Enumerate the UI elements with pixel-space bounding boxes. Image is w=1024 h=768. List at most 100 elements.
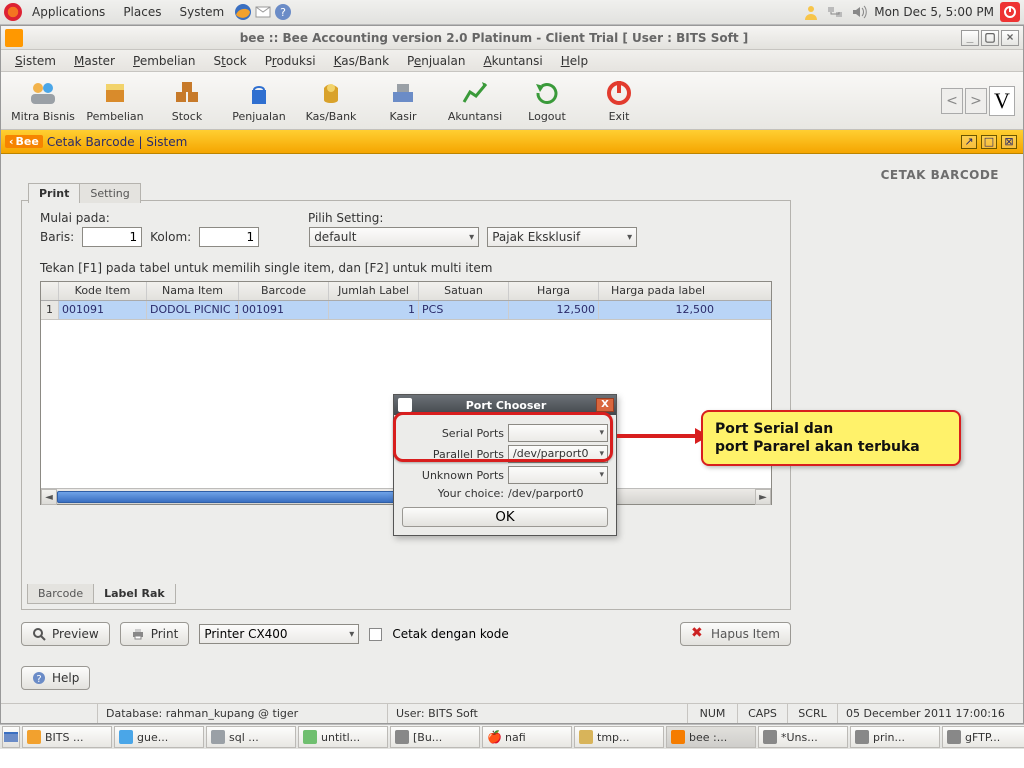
col-kode[interactable]: Kode Item (59, 282, 147, 300)
iframe-restore-button[interactable]: ↗ (961, 135, 977, 149)
cetak-kode-checkbox[interactable] (369, 628, 382, 641)
taskbar-task[interactable]: prin... (850, 726, 940, 748)
table-row[interactable]: 1 001091 DODOL PICNIC 1 001091 1 PCS 12,… (41, 301, 771, 320)
gnome-top-panel: Applications Places System ? Mon Dec 5, … (0, 0, 1024, 25)
cell-nama: DODOL PICNIC 1 (147, 301, 239, 319)
menu-pembelian[interactable]: Pembelian (125, 52, 204, 70)
tab-print[interactable]: Print (28, 183, 80, 203)
tool-penjualan[interactable]: Penjualan (223, 74, 295, 128)
taskbar-task[interactable]: gue... (114, 726, 204, 748)
subtab-labelrak[interactable]: Label Rak (93, 584, 176, 604)
setting-combo[interactable]: default (309, 227, 479, 247)
task-label: BITS ... (45, 731, 83, 744)
tool-logout[interactable]: Logout (511, 74, 583, 128)
unknown-combo[interactable] (508, 466, 608, 484)
taskbar-task[interactable]: tmp... (574, 726, 664, 748)
tool-akuntansi[interactable]: Akuntansi (439, 74, 511, 128)
task-label: bee :... (689, 731, 727, 744)
taskbar-task[interactable]: untitl... (298, 726, 388, 748)
firefox-launcher-icon[interactable] (234, 3, 252, 21)
task-icon (671, 730, 685, 744)
col-jumlah[interactable]: Jumlah Label (329, 282, 419, 300)
taskbar-task[interactable]: *Uns... (758, 726, 848, 748)
unknown-label: Unknown Ports (414, 469, 504, 482)
help-launcher-icon[interactable]: ? (274, 3, 292, 21)
menu-penjualan[interactable]: Penjualan (399, 52, 473, 70)
pajak-combo[interactable]: Pajak Eksklusif (487, 227, 637, 247)
shutdown-icon[interactable] (1000, 2, 1020, 22)
bee-pill: Bee (5, 135, 43, 148)
col-nama[interactable]: Nama Item (147, 282, 239, 300)
col-harga[interactable]: Harga (509, 282, 599, 300)
nav-prev-button[interactable]: < (941, 88, 963, 114)
menu-kasbank[interactable]: Kas/Bank (326, 52, 397, 70)
dialog-title: Port Chooser (416, 399, 596, 412)
window-maximize-button[interactable]: ▢ (981, 30, 999, 46)
ok-button[interactable]: OK (402, 507, 608, 527)
gnome-menu-system[interactable]: System (171, 3, 232, 21)
scroll-left-button[interactable]: ◄ (41, 489, 57, 505)
taskbar-task[interactable]: [Bu... (390, 726, 480, 748)
printer-combo[interactable]: Printer CX400 (199, 624, 359, 644)
taskbar-task[interactable]: gFTP... (942, 726, 1024, 748)
menu-master[interactable]: Master (66, 52, 123, 70)
window-close-button[interactable]: × (1001, 30, 1019, 46)
volume-icon[interactable] (850, 3, 868, 21)
gnome-menu-applications[interactable]: Applications (24, 3, 113, 21)
col-satuan[interactable]: Satuan (419, 282, 509, 300)
task-label: untitl... (321, 731, 360, 744)
tool-label: Kasir (389, 110, 416, 123)
kolom-input[interactable] (199, 227, 259, 247)
titlebar: bee :: Bee Accounting version 2.0 Platin… (1, 26, 1023, 50)
menu-stock[interactable]: Stock (206, 52, 255, 70)
menu-help[interactable]: Help (553, 52, 596, 70)
hapus-item-button[interactable]: ✖Hapus Item (680, 622, 791, 646)
print-button[interactable]: Print (120, 622, 190, 646)
nav-next-button[interactable]: > (965, 88, 987, 114)
taskbar-task[interactable]: sql ... (206, 726, 296, 748)
iframe-maximize-button[interactable]: □ (981, 135, 997, 149)
menu-produksi[interactable]: Produksi (257, 52, 324, 70)
menu-sistem[interactable]: Sistem (7, 52, 64, 70)
tool-label: Mitra Bisnis (11, 110, 75, 123)
cell-kode: 001091 (59, 301, 147, 319)
task-icon (763, 730, 777, 744)
nav-v-button[interactable]: V (989, 86, 1015, 116)
tool-pembelian[interactable]: Pembelian (79, 74, 151, 128)
user-presence-icon[interactable] (802, 3, 820, 21)
preview-label: Preview (52, 627, 99, 641)
annotation-highlight (393, 412, 613, 462)
task-icon (395, 730, 409, 744)
breadcrumb: Cetak Barcode | Sistem (47, 135, 187, 149)
mail-launcher-icon[interactable] (254, 3, 272, 21)
tool-exit[interactable]: Exit (583, 74, 655, 128)
col-hargalabel[interactable]: Harga pada label (599, 282, 717, 300)
task-label: nafi (505, 731, 526, 744)
help-button[interactable]: ?Help (21, 666, 90, 690)
subtab-barcode[interactable]: Barcode (27, 584, 94, 604)
taskbar-task[interactable]: BITS ... (22, 726, 112, 748)
window-minimize-button[interactable]: _ (961, 30, 979, 46)
dialog-close-button[interactable]: X (596, 398, 614, 412)
col-barcode[interactable]: Barcode (239, 282, 329, 300)
tool-kasbank[interactable]: Kas/Bank (295, 74, 367, 128)
tool-stock[interactable]: Stock (151, 74, 223, 128)
tab-setting[interactable]: Setting (79, 183, 140, 203)
taskbar-task[interactable]: bee :... (666, 726, 756, 748)
preview-button[interactable]: Preview (21, 622, 110, 646)
svg-text:?: ? (36, 674, 41, 685)
taskbar-task[interactable]: 🍎nafi (482, 726, 572, 748)
scroll-right-button[interactable]: ► (755, 489, 771, 505)
gnome-menu-places[interactable]: Places (115, 3, 169, 21)
baris-label: Baris: (40, 230, 74, 244)
task-icon (119, 730, 133, 744)
tool-mitra-bisnis[interactable]: Mitra Bisnis (7, 74, 79, 128)
show-desktop-button[interactable] (2, 726, 20, 748)
iframe-close-button[interactable]: ⊠ (1001, 135, 1017, 149)
baris-input[interactable] (82, 227, 142, 247)
network-icon[interactable] (826, 3, 844, 21)
menu-akuntansi[interactable]: Akuntansi (475, 52, 550, 70)
gnome-clock[interactable]: Mon Dec 5, 5:00 PM (874, 5, 994, 19)
tool-kasir[interactable]: Kasir (367, 74, 439, 128)
svg-text:?: ? (280, 6, 286, 19)
